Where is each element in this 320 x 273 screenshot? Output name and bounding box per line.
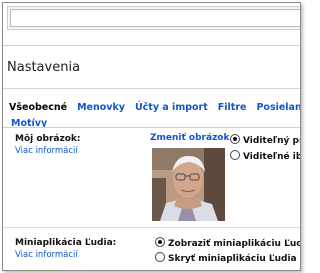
picture-visibility-option-limited[interactable]: Viditeľné iba (230, 150, 300, 162)
radio-selected-icon[interactable] (155, 237, 165, 247)
title-divider (3, 88, 300, 89)
section-divider (3, 227, 300, 228)
header-divider (3, 45, 300, 46)
my-picture-label: Môj obrázok: (15, 134, 81, 144)
my-picture-more-info-link[interactable]: Viac informácií (15, 146, 78, 156)
tab-forwarding[interactable]: Posielanie ďale (256, 102, 300, 113)
radio-unselected-icon[interactable] (155, 252, 165, 262)
profile-photo (152, 148, 225, 221)
page-title: Nastavenia (7, 60, 81, 75)
radio-unselected-icon[interactable] (230, 150, 240, 160)
picture-visibility-option-label: Viditeľný pre (243, 136, 300, 146)
settings-tabs: Všeobecné Menovky Účty a import Filtre Posie… (9, 102, 300, 113)
people-widget-label: Miniaplikácia Ľudia: (15, 238, 117, 248)
people-widget-more-info-link[interactable]: Viac informácií (15, 250, 78, 260)
screenshot-frame: Nastavenia Všeobecné Menovky Účty a import… (2, 2, 301, 271)
search-bar (7, 6, 300, 30)
search-input[interactable] (10, 9, 300, 27)
people-widget-option-label: Skryť miniaplikáciu Ľudia (168, 254, 297, 264)
people-widget-option-show[interactable]: Zobraziť miniaplikáciu Ľudia - (155, 237, 300, 249)
tab-filters[interactable]: Filtre (218, 102, 247, 113)
picture-visibility-option-public[interactable]: Viditeľný pre (230, 134, 300, 146)
change-picture-link[interactable]: Zmeniť obrázok (150, 133, 229, 143)
people-widget-option-label: Zobraziť miniaplikáciu Ľudia - (168, 239, 300, 249)
tab-accounts-import[interactable]: Účty a import (135, 102, 208, 113)
people-widget-option-hide[interactable]: Skryť miniaplikáciu Ľudia (155, 252, 297, 264)
radio-selected-icon[interactable] (230, 134, 240, 144)
tabs-divider (3, 127, 300, 128)
picture-visibility-option-label: Viditeľné iba (243, 152, 300, 162)
tab-labels[interactable]: Menovky (77, 102, 125, 113)
tab-general[interactable]: Všeobecné (9, 102, 67, 113)
